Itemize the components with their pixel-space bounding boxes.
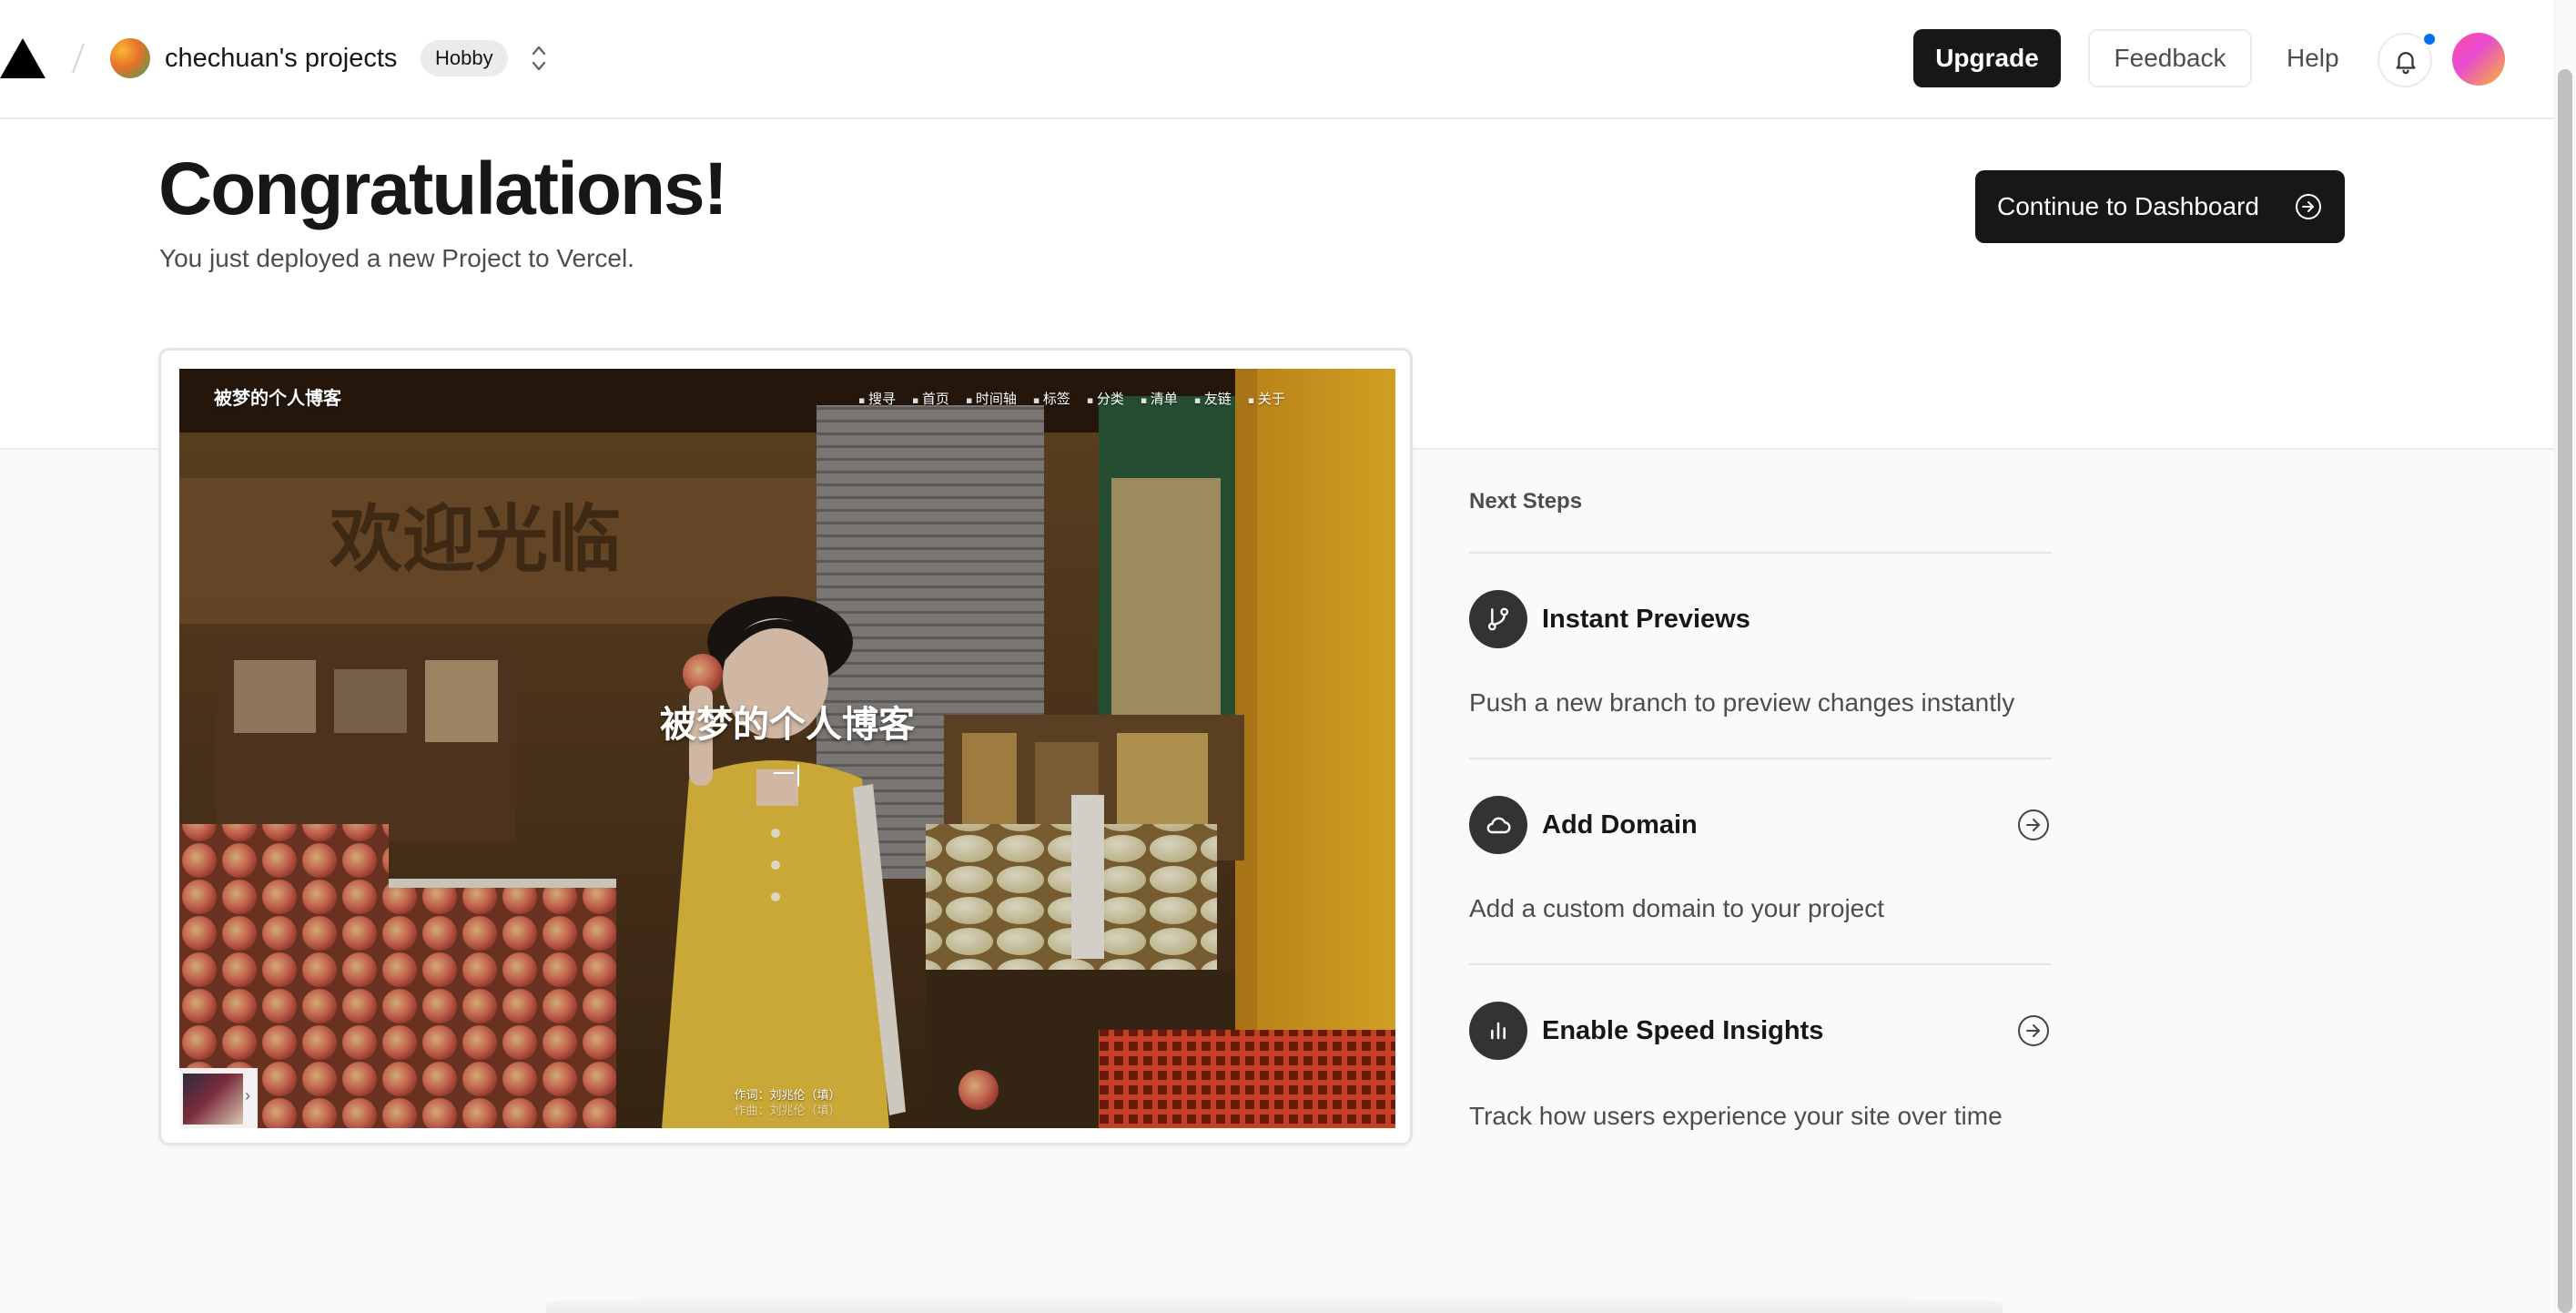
add-domain-heading[interactable]: Add Domain: [1542, 807, 1698, 843]
instant-previews-icon-badge: [1469, 590, 1527, 648]
preview-typing-cursor: 一|: [773, 761, 803, 787]
add-domain-description: Add a custom domain to your project: [1469, 894, 1885, 922]
preview-nav-item: 友链: [1194, 389, 1232, 408]
chevron-right-icon: ›: [245, 1086, 250, 1104]
help-link[interactable]: Help: [2287, 40, 2339, 76]
arrow-right-circle-icon[interactable]: [2015, 807, 2052, 843]
instant-previews-heading[interactable]: Instant Previews: [1542, 601, 1750, 637]
preview-nav-item: 清单: [1141, 389, 1178, 408]
add-domain-icon-badge: [1469, 796, 1527, 854]
team-name[interactable]: chechuan's projects: [165, 40, 397, 76]
preview-nav-item: 标签: [1033, 389, 1070, 408]
speed-insights-description: Track how users experience your site ove…: [1469, 1102, 2003, 1130]
preview-nav-item: 分类: [1087, 389, 1124, 408]
speed-insights-heading[interactable]: Enable Speed Insights: [1542, 1013, 1823, 1049]
preview-site-nav: 搜寻 首页 时间轴 标签 分类 清单 友链 关于: [858, 389, 1285, 408]
preview-nav-item: 首页: [912, 389, 949, 408]
page-subtitle: You just deployed a new Project to Verce…: [159, 244, 634, 272]
git-branch-icon: [1487, 607, 1509, 631]
preview-nav-item: 搜寻: [858, 389, 896, 408]
top-navigation: chechuan's projects Hobby Upgrade Feedba…: [0, 0, 2554, 119]
divider: [1469, 758, 2052, 759]
feedback-button[interactable]: Feedback: [2088, 29, 2252, 87]
breadcrumb-slash-icon: [72, 43, 85, 74]
notification-dot: [2421, 31, 2438, 47]
chevron-up-down-icon[interactable]: [526, 40, 552, 76]
preview-site-title: 被梦的个人博客: [214, 387, 341, 409]
cloud-icon: [1486, 817, 1511, 834]
speed-insights-icon-badge: [1469, 1002, 1527, 1060]
preview-nav-item: 关于: [1248, 389, 1285, 408]
preview-lyric-line: 作词：刘兆伦（填）: [734, 1089, 841, 1103]
bar-chart-icon: [1491, 1022, 1506, 1040]
preview-lyric-line: 作曲：刘兆伦（填）: [734, 1104, 841, 1118]
next-steps-title: Next Steps: [1469, 489, 1583, 514]
user-avatar[interactable]: [2452, 33, 2505, 86]
arrow-right-circle-icon: [2296, 194, 2321, 219]
preview-nav-item: 时间轴: [966, 389, 1017, 408]
preview-album-cover: [183, 1074, 243, 1125]
plan-badge: Hobby: [421, 40, 508, 76]
upgrade-button[interactable]: Upgrade: [1913, 29, 2061, 87]
team-avatar[interactable]: [110, 38, 150, 78]
bell-icon: [2396, 52, 2416, 75]
preview-scene-image: 欢迎光临: [179, 369, 1395, 1128]
bottom-card-shadow: [546, 1293, 2003, 1313]
preview-music-player: ›: [179, 1068, 258, 1128]
instant-previews-description: Push a new branch to preview changes ins…: [1469, 688, 2015, 717]
deployment-preview-card[interactable]: 欢迎光临 被梦的个人博客 ▪ 搜寻 ▪ 首页 ▪ 时间轴 ▪ 标签 ▪ 分类 ▪…: [158, 348, 1413, 1145]
scrollbar-thumb[interactable]: [2558, 69, 2572, 1313]
continue-button-label: Continue to Dashboard: [1997, 192, 2259, 220]
deployment-preview-screenshot[interactable]: 欢迎光临 被梦的个人博客 ▪ 搜寻 ▪ 首页 ▪ 时间轴 ▪ 标签 ▪ 分类 ▪…: [179, 369, 1395, 1128]
preview-lyrics: 作词：刘兆伦（填） 作曲：刘兆伦（填）: [179, 1088, 1395, 1119]
arrow-right-circle-icon[interactable]: [2015, 1013, 2052, 1049]
preview-hero-title: 被梦的个人博客: [660, 704, 915, 746]
vercel-logo-icon[interactable]: [0, 38, 46, 78]
divider: [1469, 963, 2052, 965]
divider: [1469, 552, 2052, 554]
continue-to-dashboard-button[interactable]: Continue to Dashboard: [1975, 170, 2345, 243]
page-title: Congratulations!: [158, 148, 728, 230]
